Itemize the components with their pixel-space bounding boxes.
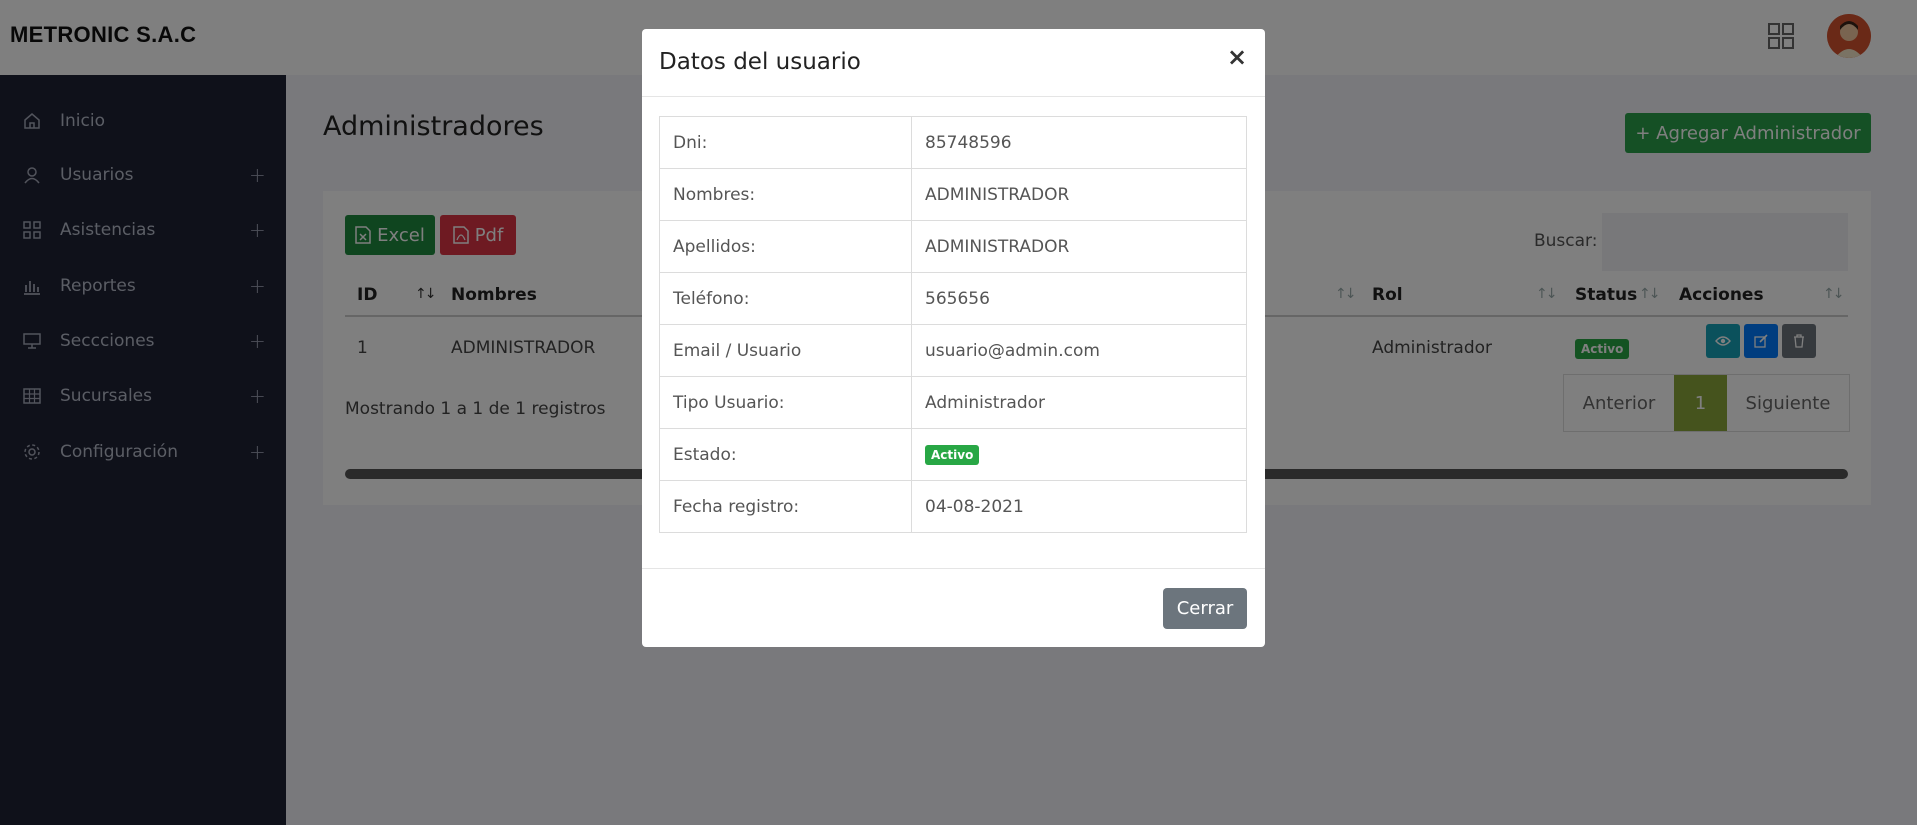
detail-value: 565656 [911, 272, 1247, 325]
detail-row-dni: Dni: 85748596 [659, 116, 1247, 169]
detail-row-apellidos: Apellidos: ADMINISTRADOR [659, 220, 1247, 273]
detail-row-email: Email / Usuario usuario@admin.com [659, 324, 1247, 377]
detail-value: Administrador [911, 376, 1247, 429]
detail-key: Estado: [659, 428, 912, 481]
detail-key: Fecha registro: [659, 480, 912, 533]
user-details-table: Dni: 85748596 Nombres: ADMINISTRADOR Apell… [659, 116, 1247, 533]
detail-row-tipo-usuario: Tipo Usuario: Administrador [659, 376, 1247, 429]
user-details-modal: Datos del usuario × Dni: 85748596 Nombres… [642, 29, 1265, 647]
detail-value: ADMINISTRADOR [911, 168, 1247, 221]
detail-row-fecha-registro: Fecha registro: 04-08-2021 [659, 480, 1247, 533]
detail-key: Nombres: [659, 168, 912, 221]
detail-key: Teléfono: [659, 272, 912, 325]
detail-key: Email / Usuario [659, 324, 912, 377]
modal-footer-divider [642, 568, 1265, 569]
detail-row-telefono: Teléfono: 565656 [659, 272, 1247, 325]
detail-row-estado: Estado: Activo [659, 428, 1247, 481]
detail-key: Dni: [659, 116, 912, 169]
detail-value: usuario@admin.com [911, 324, 1247, 377]
detail-value: 85748596 [911, 116, 1247, 169]
detail-key: Tipo Usuario: [659, 376, 912, 429]
modal-title: Datos del usuario [659, 49, 861, 75]
modal-header-divider [642, 96, 1265, 97]
close-button[interactable]: Cerrar [1163, 588, 1247, 629]
detail-key: Apellidos: [659, 220, 912, 273]
detail-value: ADMINISTRADOR [911, 220, 1247, 273]
detail-value: 04-08-2021 [911, 480, 1247, 533]
close-icon[interactable]: × [1227, 43, 1247, 71]
detail-row-nombres: Nombres: ADMINISTRADOR [659, 168, 1247, 221]
status-badge: Activo [925, 445, 980, 465]
detail-value: Activo [911, 428, 1247, 481]
